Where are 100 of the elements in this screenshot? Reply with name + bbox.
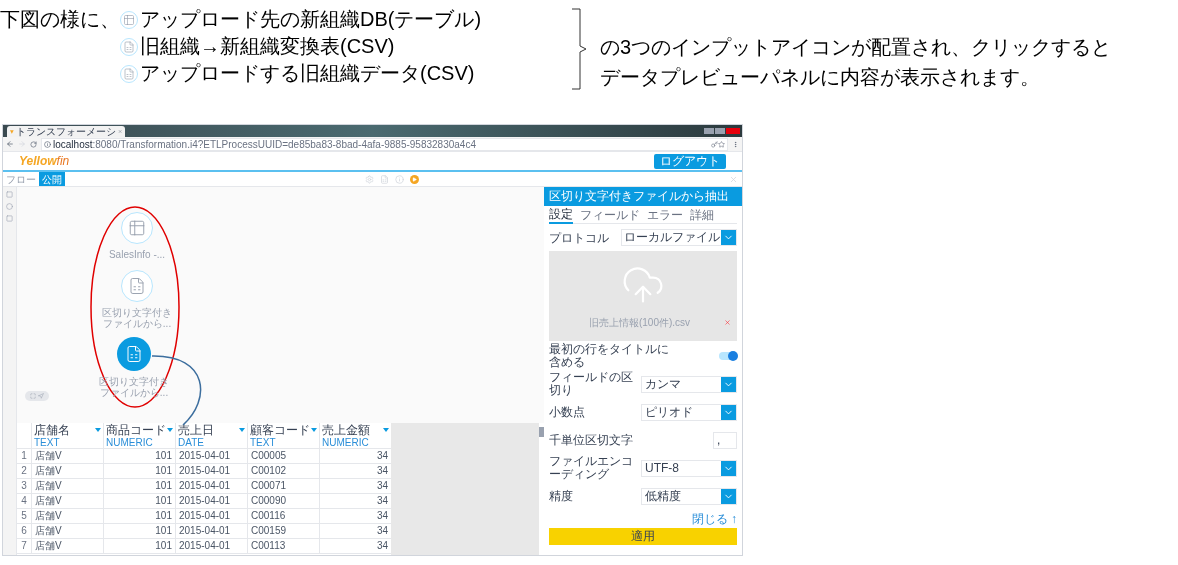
table-cell: 34	[319, 494, 391, 509]
table-cell: 34	[319, 509, 391, 524]
table-cell: 店舗V	[31, 539, 103, 554]
panel-tab[interactable]: フィールド	[580, 206, 640, 223]
table-cell: C00159	[247, 524, 319, 539]
column-type: NUMERIC	[106, 437, 154, 449]
table-cell: C00005	[247, 449, 319, 464]
back-icon[interactable]	[6, 140, 14, 148]
url-path: :8080/Transformation.i4?ETLProcessUUID=de85ba83-8bad-4afa-9885-95832830a4c4	[92, 138, 476, 150]
table-cell: 店舗V	[31, 449, 103, 464]
app-logo: Yellowfin	[19, 153, 70, 170]
dropdown[interactable]: 低精度	[641, 487, 737, 505]
table-cell: C00116	[247, 509, 319, 524]
column-header[interactable]: 商品コード NUMERIC	[103, 423, 175, 449]
row-number: 4	[20, 494, 28, 509]
table-cell: 101	[103, 464, 175, 479]
field-label: 最初の行をタイトルに含める	[549, 342, 669, 369]
maximize-button[interactable]	[715, 128, 725, 134]
table-icon	[128, 219, 146, 237]
row-number: 6	[20, 524, 28, 539]
input-node[interactable]	[121, 270, 153, 302]
panel-tab[interactable]: 設定	[549, 205, 573, 224]
row-number: 5	[20, 509, 28, 524]
input-label: 旧組織→新組織変換表(CSV)	[140, 34, 395, 59]
logo-icon	[10, 128, 14, 135]
note-text: の3つのインプットアイコンが配置され、クリックすると	[600, 35, 1112, 60]
table-cell: 101	[103, 509, 175, 524]
minimize-button[interactable]	[704, 128, 714, 134]
column-type: NUMERIC	[322, 437, 370, 449]
table-cell: 34	[319, 524, 391, 539]
dropdown[interactable]: UTF-8	[641, 459, 737, 477]
remove-icon[interactable]	[724, 319, 731, 326]
table-cell: C00102	[247, 464, 319, 479]
info-icon	[44, 140, 51, 148]
star-icon[interactable]	[718, 140, 725, 148]
table-cell: 34	[319, 449, 391, 464]
table-cell: 101	[103, 479, 175, 494]
dropdown[interactable]: ピリオド	[641, 403, 737, 421]
close-link[interactable]: 閉じる ↑	[691, 509, 737, 528]
close-icon[interactable]	[729, 174, 738, 184]
column-header[interactable]: 店舗名 TEXT	[31, 423, 103, 449]
dropdown[interactable]: カンマ	[641, 375, 737, 393]
input-label: アップロードする旧組織データ(CSV)	[140, 61, 475, 86]
row-number: 7	[20, 539, 28, 554]
text-field[interactable]: ,	[713, 431, 737, 449]
row-number: 2	[20, 464, 28, 479]
table-cell: C00071	[247, 479, 319, 494]
toggle-switch[interactable]	[719, 351, 737, 360]
dropdown[interactable]: ローカルファイル	[621, 229, 737, 246]
settings-icon[interactable]	[365, 174, 374, 184]
table-cell: 101	[103, 524, 175, 539]
fit-icon[interactable]	[30, 393, 36, 399]
pointer-icon[interactable]	[38, 393, 44, 399]
panel-tab[interactable]: 詳細	[690, 206, 714, 223]
column-header[interactable]: 顧客コード TEXT	[247, 423, 319, 449]
file-icon[interactable]	[380, 174, 389, 184]
row-number: 3	[20, 479, 28, 494]
table-cell: 101	[103, 494, 175, 509]
table-cell: 店舗V	[31, 479, 103, 494]
table-cell: 2015-04-01	[175, 524, 247, 539]
table-cell: 2015-04-01	[175, 464, 247, 479]
table-cell: 店舗V	[31, 494, 103, 509]
key-icon[interactable]	[711, 140, 718, 148]
column-header[interactable]: 売上金額 NUMERIC	[319, 423, 391, 449]
field-label: 千単位区切文字	[549, 433, 634, 447]
node-label: 区切り文字付きファイルから...	[101, 307, 173, 329]
table-cell: 34	[319, 539, 391, 554]
url-host: localhost	[53, 138, 93, 150]
table-cell: 2015-04-01	[175, 449, 247, 464]
close-icon[interactable]	[117, 128, 122, 135]
run-icon[interactable]	[410, 174, 419, 184]
column-header[interactable]: 売上日 DATE	[175, 423, 247, 449]
window-close-button[interactable]	[726, 128, 740, 134]
table-cell: 2015-04-01	[175, 509, 247, 524]
input-node[interactable]	[117, 337, 151, 371]
sort-icon	[239, 428, 245, 433]
table-cell: 101	[103, 449, 175, 464]
panel-tab[interactable]: エラー	[647, 206, 683, 223]
field-label: プロトコル	[549, 229, 609, 247]
panel-title: 区切り文字付きファイルから抽出	[544, 187, 742, 206]
apply-button[interactable]: 適用	[549, 528, 737, 545]
scrollbar-thumb[interactable]	[539, 427, 544, 438]
sort-icon	[167, 428, 173, 433]
note-text: データプレビューパネルに内容が表示されます。	[600, 65, 1041, 90]
file-icon	[125, 345, 143, 363]
circle-icon[interactable]	[6, 203, 13, 210]
table-cell: C00113	[247, 539, 319, 554]
field-label: ファイルエンコーディング	[549, 455, 634, 481]
field-label: 小数点	[549, 405, 586, 419]
table-cell: 店舗V	[31, 464, 103, 479]
info-icon[interactable]	[395, 174, 404, 184]
field-label: 精度	[549, 489, 574, 503]
reload-icon[interactable]	[30, 140, 37, 148]
address-bar[interactable]: localhost:8080/Transformation.i4?ETLProcessUUID=de85ba83-8bad-4afa-9885-95832830a4c4	[41, 137, 728, 151]
column-type: TEXT	[34, 437, 61, 449]
node-label: SalesInfo -...	[107, 249, 167, 260]
sort-icon	[95, 428, 101, 433]
column-type: DATE	[178, 437, 205, 449]
file-name: 旧売上情報(100件).csv	[587, 316, 692, 330]
input-node[interactable]	[121, 212, 153, 244]
